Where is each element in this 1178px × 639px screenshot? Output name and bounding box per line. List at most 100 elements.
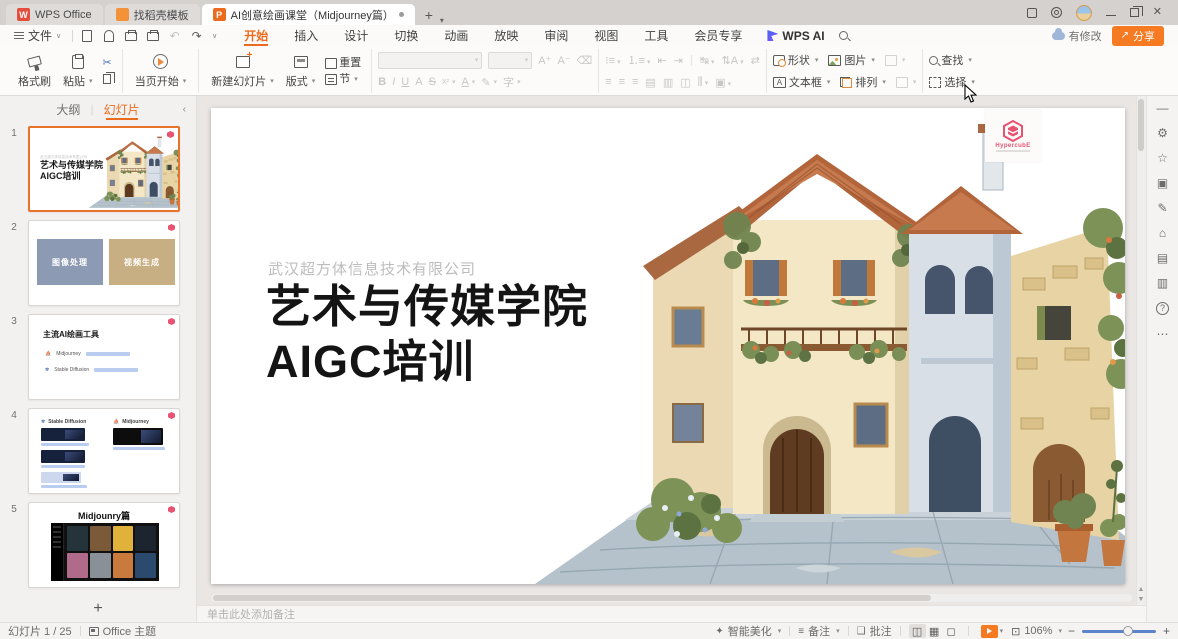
highlight-button[interactable]: ✎ bbox=[481, 76, 497, 89]
new-tab-button[interactable]: + bbox=[419, 5, 439, 25]
tab-member-benefits[interactable]: 会员专享 bbox=[681, 25, 755, 46]
play-options-caret-icon[interactable]: ▾ bbox=[1000, 627, 1004, 635]
workspace-icon[interactable] bbox=[1027, 8, 1037, 18]
tab-view[interactable]: 视图 bbox=[581, 25, 631, 46]
align-right-button[interactable]: ≡ bbox=[632, 76, 638, 88]
font-color-button[interactable]: A bbox=[461, 76, 475, 88]
avatar[interactable] bbox=[1076, 5, 1092, 21]
smart-beautify-button[interactable]: ✦ 智能美化 bbox=[715, 623, 781, 639]
print-preview-icon[interactable] bbox=[146, 29, 159, 42]
minimize-button[interactable] bbox=[1106, 9, 1116, 16]
slide-title-text[interactable]: 艺术与传媒学院 AIGC培训 bbox=[266, 280, 588, 390]
slide-library-icon[interactable]: ▣ bbox=[1155, 177, 1171, 189]
slideshow-play-button[interactable] bbox=[981, 625, 998, 638]
char-spacing-button[interactable]: A bbox=[415, 76, 422, 88]
horizontal-scrollbar-thumb[interactable] bbox=[213, 595, 931, 601]
zoom-out-button[interactable]: − bbox=[1068, 624, 1075, 638]
shapes-button[interactable]: 形状 bbox=[773, 52, 819, 68]
play-from-current-button[interactable]: 当页开始 bbox=[129, 49, 193, 93]
redo-icon[interactable]: ↷ bbox=[190, 29, 203, 42]
paste-button[interactable]: 粘贴 bbox=[57, 49, 99, 93]
font-family-select[interactable] bbox=[378, 52, 482, 69]
numbering-button[interactable]: ⒈≡ bbox=[628, 52, 651, 68]
superscript-button[interactable]: X² bbox=[442, 78, 456, 86]
theme-indicator[interactable]: Office 主题 bbox=[89, 623, 157, 639]
vertical-scrollbar[interactable]: ▲ ▼ bbox=[1136, 96, 1146, 605]
text-direction-button[interactable]: ↹ bbox=[700, 54, 715, 67]
print-icon[interactable] bbox=[124, 29, 137, 42]
restore-button[interactable] bbox=[1130, 8, 1139, 17]
slide-thumbnail-5[interactable]: 5 Midjounry篇 bbox=[0, 502, 196, 588]
tab-slideshow[interactable]: 放映 bbox=[481, 25, 531, 46]
comments-button[interactable]: ❑ 批注 bbox=[857, 623, 892, 639]
slide-sorter-view-button[interactable]: ▦ bbox=[926, 624, 943, 638]
line-spacing-button[interactable]: ⇅A bbox=[722, 54, 744, 67]
slide-thumbnail-3[interactable]: 3 主流AI绘画工具 ⛵ Midjourney ✾ Stable Diffusi… bbox=[0, 314, 196, 400]
slide-1[interactable]: 武汉超方体信息技术有限公司 艺术与传媒学院 AIGC培训 HypercubE bbox=[211, 108, 1125, 584]
columns-button[interactable]: ◫ bbox=[680, 76, 690, 89]
copy-button[interactable] bbox=[103, 74, 112, 84]
horizontal-scrollbar[interactable] bbox=[211, 594, 1132, 602]
justify-button[interactable]: ▤ bbox=[645, 76, 655, 89]
underline-button[interactable]: U bbox=[401, 76, 409, 88]
close-button[interactable]: ✕ bbox=[1153, 7, 1162, 18]
panel-handle-icon[interactable]: — bbox=[1155, 102, 1171, 114]
normal-view-button[interactable]: ◫ bbox=[909, 624, 926, 638]
outline-tab[interactable]: 大纲 bbox=[46, 96, 90, 122]
tab-list-caret-icon[interactable]: ▾ bbox=[440, 16, 444, 25]
slide-company-text[interactable]: 武汉超方体信息技术有限公司 bbox=[268, 258, 476, 279]
cut-button[interactable]: ✂ bbox=[103, 58, 112, 69]
align-objects-button[interactable]: ⫼ bbox=[698, 76, 709, 89]
tab-home[interactable]: 开始 bbox=[231, 25, 281, 46]
wps-ai-button[interactable]: WPS AI bbox=[755, 29, 836, 43]
clear-format-icon[interactable]: ⌫ bbox=[577, 54, 593, 67]
format-painter-button[interactable]: 格式刷 bbox=[12, 49, 57, 93]
notebook-icon[interactable]: ▥ bbox=[1155, 277, 1171, 289]
increase-indent-button[interactable]: ⇥ bbox=[674, 54, 683, 67]
save-icon[interactable] bbox=[80, 29, 93, 42]
slides-tab[interactable]: 幻灯片 bbox=[94, 96, 150, 122]
slide-layout-button[interactable]: 版式 bbox=[280, 49, 322, 93]
scroll-down-icon[interactable]: ▼ bbox=[1137, 596, 1145, 603]
reading-view-button[interactable]: ◻ bbox=[943, 624, 960, 638]
merge-shapes-button[interactable] bbox=[885, 55, 906, 66]
file-menu-button[interactable]: 文件 ∨ bbox=[10, 27, 65, 44]
help-icon[interactable]: ? bbox=[1156, 302, 1169, 315]
tab-tools[interactable]: 工具 bbox=[631, 25, 681, 46]
find-button[interactable]: 查找 bbox=[929, 52, 972, 68]
tab-wps-office[interactable]: W WPS Office bbox=[6, 4, 103, 25]
align-left-button[interactable]: ≡ bbox=[605, 76, 611, 88]
strikethrough-button[interactable]: S bbox=[429, 76, 436, 88]
slide-canvas[interactable]: 武汉超方体信息技术有限公司 艺术与传媒学院 AIGC培训 HypercubE bbox=[197, 96, 1146, 605]
font-size-select[interactable] bbox=[488, 52, 532, 69]
tab-current-document[interactable]: P AI创意绘画课堂（Midjourney篇） bbox=[202, 4, 415, 25]
decrease-font-button[interactable]: A⁻ bbox=[557, 54, 570, 67]
notes-bar[interactable]: 单击此处添加备注 bbox=[197, 605, 1146, 622]
tab-insert[interactable]: 插入 bbox=[281, 25, 331, 46]
italic-button[interactable]: I bbox=[392, 76, 395, 88]
export-icon[interactable] bbox=[102, 29, 115, 42]
share-button[interactable]: ↗ 分享 bbox=[1112, 26, 1164, 46]
add-slide-button[interactable]: + bbox=[0, 596, 196, 622]
docer-resources-icon[interactable]: ☆ bbox=[1155, 152, 1171, 164]
slide-thumbnail-1[interactable]: 1 武汉超方体信息技术有限公司 艺术与传媒学院 AIGC培训 bbox=[0, 126, 196, 212]
zoom-slider[interactable] bbox=[1082, 630, 1156, 633]
bullets-button[interactable]: ⁝≡ bbox=[605, 54, 620, 67]
vertical-scrollbar-thumb[interactable] bbox=[1138, 99, 1144, 151]
increase-font-button[interactable]: A⁺ bbox=[538, 54, 551, 67]
new-slide-button[interactable]: 新建幻灯片 bbox=[205, 49, 280, 93]
design-tools-icon[interactable]: ✎ bbox=[1155, 202, 1171, 214]
tab-animation[interactable]: 动画 bbox=[431, 25, 481, 46]
picture-button[interactable]: 图片 bbox=[828, 52, 875, 68]
object-properties-icon[interactable]: ⚙ bbox=[1155, 127, 1171, 139]
collapse-panel-icon[interactable]: ‹ bbox=[183, 104, 186, 115]
distribute-button[interactable]: ▥ bbox=[663, 76, 673, 89]
tab-docer-templates[interactable]: 找稻壳模板 bbox=[105, 4, 200, 25]
scroll-up-icon[interactable]: ▲ bbox=[1137, 586, 1145, 593]
more-icon[interactable]: ⋯ bbox=[1155, 328, 1171, 340]
zoom-slider-thumb[interactable] bbox=[1123, 626, 1133, 636]
align-center-button[interactable]: ≡ bbox=[619, 76, 625, 88]
search-button[interactable] bbox=[839, 29, 848, 43]
zoom-level[interactable]: 106% bbox=[1024, 625, 1062, 637]
tab-review[interactable]: 审阅 bbox=[531, 25, 581, 46]
